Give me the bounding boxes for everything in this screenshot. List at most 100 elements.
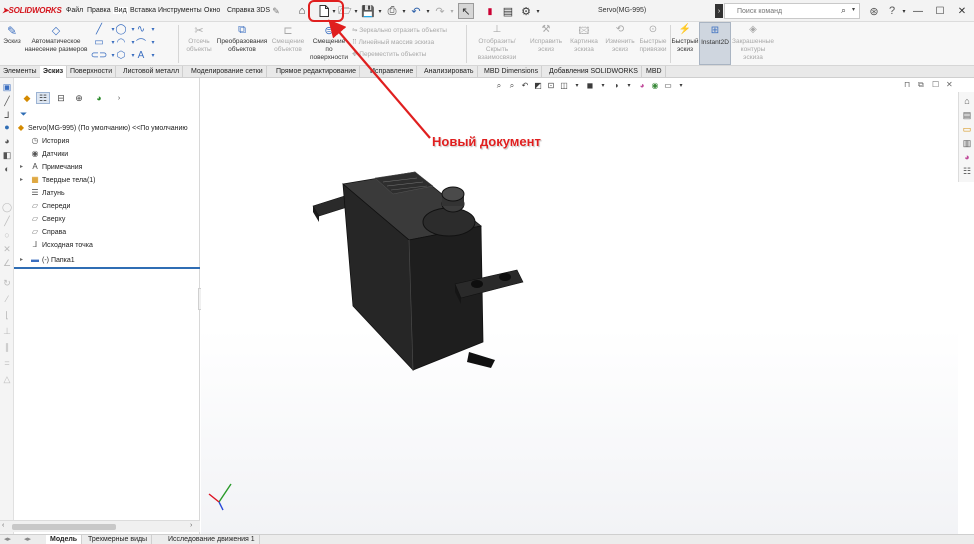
expand-arrow-icon[interactable]: ▸: [20, 254, 23, 267]
apply-scene-icon[interactable]: ◉: [650, 81, 660, 91]
repair-sketch-button[interactable]: ⚒ Исправить эскиз: [528, 24, 564, 54]
circle-strip-icon[interactable]: ◯: [2, 202, 12, 212]
tab-repair[interactable]: Исправление: [367, 66, 418, 78]
tab-sheet-metal[interactable]: Листовой металл: [120, 66, 184, 78]
edit-appearance-icon[interactable]: ◕: [637, 81, 647, 91]
tab-surfaces[interactable]: Поверхности: [67, 66, 117, 78]
instant2d-button[interactable]: ⊞ Instant2D: [699, 22, 731, 65]
fix-strip-icon[interactable]: △: [2, 374, 12, 384]
tab-mbd[interactable]: MBD: [643, 66, 666, 78]
menu-insert[interactable]: Вставка: [130, 7, 156, 14]
convert-entities-button[interactable]: ⧉ Преобразования объектов: [216, 24, 268, 54]
tree-root-part[interactable]: ◆ Servo(MG-995) (По умолчанию) <<По умол…: [14, 122, 200, 135]
view-palette-icon[interactable]: ▥: [962, 138, 972, 148]
tree-item-top-plane[interactable]: ▱ Сверху: [14, 213, 200, 226]
rollback-bar[interactable]: [14, 267, 200, 269]
custom-properties-icon[interactable]: ☷: [962, 166, 972, 176]
property-manager-tab-icon[interactable]: ☷: [36, 92, 50, 104]
view-orientation-icon[interactable]: ◫: [559, 81, 569, 91]
tree-item-right-plane[interactable]: ▱ Справа: [14, 226, 200, 239]
tab-mbd-dimensions[interactable]: MBD Dimensions: [481, 66, 543, 78]
filter-icon[interactable]: ⏷: [20, 109, 27, 120]
view-orientation-dropdown-icon[interactable]: ▾: [572, 81, 582, 91]
display-manager-tab-icon[interactable]: ◕: [92, 92, 106, 104]
tab-model[interactable]: Модель: [46, 535, 83, 544]
file-explorer-icon[interactable]: ▭: [962, 124, 972, 134]
menu-edit[interactable]: Правка: [87, 7, 111, 14]
quick-snaps-button[interactable]: ⊙ Быстрые привязки: [637, 24, 669, 54]
smart-dimension-button[interactable]: ◇ Автоматическое нанесение размеров: [22, 24, 90, 54]
slot-icon[interactable]: ⊂⊃: [91, 50, 108, 61]
tab-motion-study[interactable]: Исследование движения 1: [164, 535, 260, 544]
menu-tools[interactable]: Инструменты: [158, 7, 202, 14]
circle2-strip-icon[interactable]: ○: [2, 230, 12, 240]
scene-strip-icon[interactable]: ◐: [2, 164, 12, 174]
rapid-sketch-button[interactable]: ⚡ Быстрый эскиз: [671, 24, 699, 54]
dimxpert-tab-icon[interactable]: ⊕: [72, 92, 86, 104]
line-strip-icon[interactable]: ╱: [2, 96, 12, 106]
appearances-icon[interactable]: ◕: [962, 152, 972, 162]
display-style-dropdown-icon[interactable]: ▾: [598, 81, 608, 91]
angle-strip-icon[interactable]: ∠: [2, 258, 12, 268]
menu-file[interactable]: Файл: [66, 7, 83, 14]
line-icon[interactable]: ╱: [92, 24, 106, 35]
search-dropdown-icon[interactable]: ▾: [852, 6, 855, 13]
tab-evaluate[interactable]: Анализировать: [421, 66, 478, 78]
more-tabs-icon[interactable]: ›: [112, 92, 126, 104]
dynamic-annotation-icon[interactable]: ⊡: [546, 81, 556, 91]
tabs-first-last-icon[interactable]: ◂▸: [24, 535, 31, 543]
tree-item-origin[interactable]: ⅃ Исходная точка: [14, 239, 200, 252]
parallel-strip-icon[interactable]: ∥: [2, 342, 12, 352]
sketch-picture-button[interactable]: 🖾 Картинка эскиза: [566, 24, 602, 54]
offset-on-surface-button[interactable]: ⊜ Смещение по поверхности: [308, 24, 350, 62]
spline-dropdown-icon[interactable]: ▾: [146, 24, 160, 34]
menu-help[interactable]: Справка 3DS: [227, 7, 270, 14]
hide-show-dropdown-icon[interactable]: ▾: [624, 81, 634, 91]
previous-view-icon[interactable]: ↶: [520, 81, 530, 91]
tree-item-front-plane[interactable]: ▱ Спереди: [14, 200, 200, 213]
feature-manager-tab-icon[interactable]: ◆: [20, 92, 34, 104]
expand-arrow-icon[interactable]: ▸: [20, 161, 23, 174]
tree-item-folder[interactable]: ▸ ▬ (-) Папка1: [14, 254, 200, 267]
pin-icon[interactable]: ✎: [268, 3, 284, 19]
tree-item-annotations[interactable]: ▸ A Примечания: [14, 161, 200, 174]
text-dropdown-icon[interactable]: ▾: [146, 50, 160, 60]
move-entities-button[interactable]: ✥ Переместить объекты: [352, 49, 464, 61]
solidworks-logo[interactable]: ➤SOLIDWORKS: [2, 6, 62, 15]
linear-pattern-button[interactable]: ⠿ Линейный массив эскиза: [352, 37, 464, 49]
tab-mesh-modeling[interactable]: Моделирование сетки: [188, 66, 267, 78]
corner-strip-icon[interactable]: ⅃: [2, 110, 12, 120]
sketch-button[interactable]: ✎ Эскиз: [2, 24, 22, 46]
mirror-entities-button[interactable]: ⇋ Зеркально отразить объекты: [352, 25, 464, 37]
point-strip-icon[interactable]: ●: [2, 122, 12, 132]
viewport-close-icon[interactable]: ✕: [946, 80, 953, 89]
rotate-strip-icon[interactable]: ↻: [2, 278, 12, 288]
close-button[interactable]: ✕: [952, 2, 972, 20]
command-search-input[interactable]: [737, 4, 837, 18]
user-icon[interactable]: ⊛: [866, 3, 882, 19]
fillet-dropdown-icon[interactable]: ▾: [146, 37, 160, 47]
display-strip-icon[interactable]: ◧: [2, 150, 12, 160]
solidworks-resources-icon[interactable]: ⌂: [962, 96, 972, 106]
design-library-icon[interactable]: ▤: [962, 110, 972, 120]
perpendicular-strip-icon[interactable]: ⊥: [2, 326, 12, 336]
sketch-strip-icon[interactable]: ▣: [2, 82, 12, 92]
configuration-manager-tab-icon[interactable]: ⊟: [54, 92, 68, 104]
maximize-button[interactable]: ☐: [930, 2, 950, 20]
tab-3d-views[interactable]: Трехмерные виды: [84, 535, 153, 544]
view-settings-dropdown-icon[interactable]: ▾: [676, 81, 686, 91]
options-dropdown-icon[interactable]: ▾: [530, 3, 546, 19]
tree-item-history[interactable]: ◷ История: [14, 135, 200, 148]
select-icon[interactable]: ↖: [458, 3, 474, 19]
rectangle-icon[interactable]: ▭: [92, 37, 106, 48]
servo-3d-model[interactable]: [305, 164, 535, 394]
modify-sketch-button[interactable]: ⟲ Изменить эскиз: [603, 24, 637, 54]
section-view-icon[interactable]: ◩: [533, 81, 543, 91]
offset-entities-button[interactable]: ⊏ Смещение объектов: [268, 24, 308, 54]
tab-sketch[interactable]: Эскиз: [40, 66, 68, 78]
display-style-icon[interactable]: ◼: [585, 81, 595, 91]
tree-item-material[interactable]: ☰ Латунь: [14, 187, 200, 200]
diagonal-strip-icon[interactable]: ╱: [2, 216, 12, 226]
shaded-sketch-contours-button[interactable]: ◈ Закрашенные контуры эскиза: [732, 24, 774, 62]
scroll-left-icon[interactable]: ‹: [2, 522, 4, 529]
